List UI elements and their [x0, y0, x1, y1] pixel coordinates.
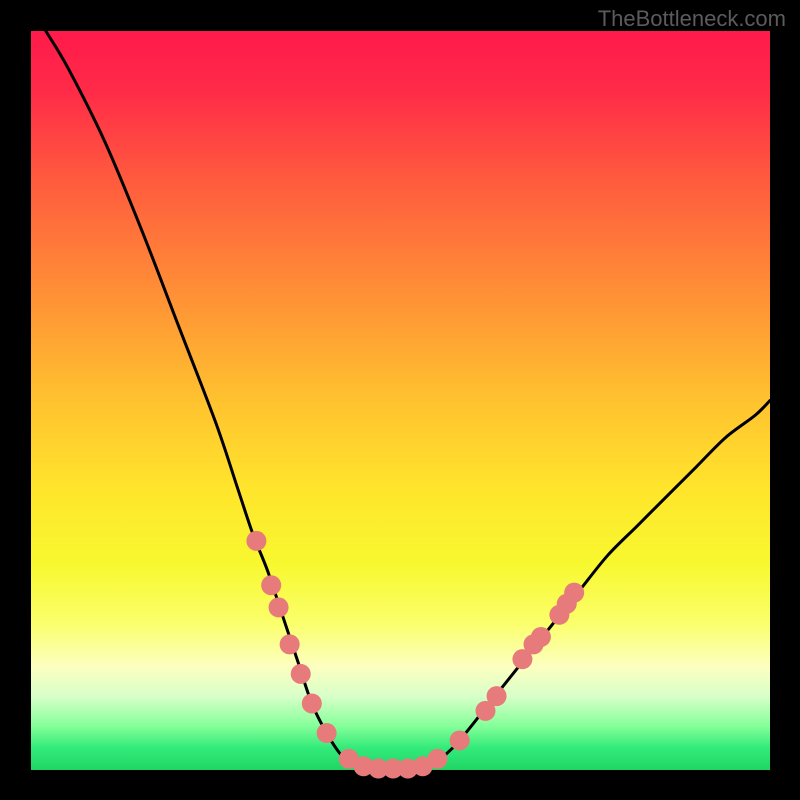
data-marker [450, 730, 470, 750]
data-marker [427, 749, 447, 769]
data-marker [564, 583, 584, 603]
data-marker [280, 634, 300, 654]
data-marker [317, 723, 337, 743]
data-marker [269, 597, 289, 617]
data-marker [291, 664, 311, 684]
data-marker [531, 627, 551, 647]
chart-frame: { "watermark": "TheBottleneck.com", "cha… [0, 0, 800, 800]
data-marker [261, 575, 281, 595]
plot-background [31, 31, 770, 770]
bottleneck-chart [0, 0, 800, 800]
watermark-text: TheBottleneck.com [598, 6, 786, 32]
data-marker [302, 693, 322, 713]
data-marker [246, 531, 266, 551]
data-marker [487, 686, 507, 706]
